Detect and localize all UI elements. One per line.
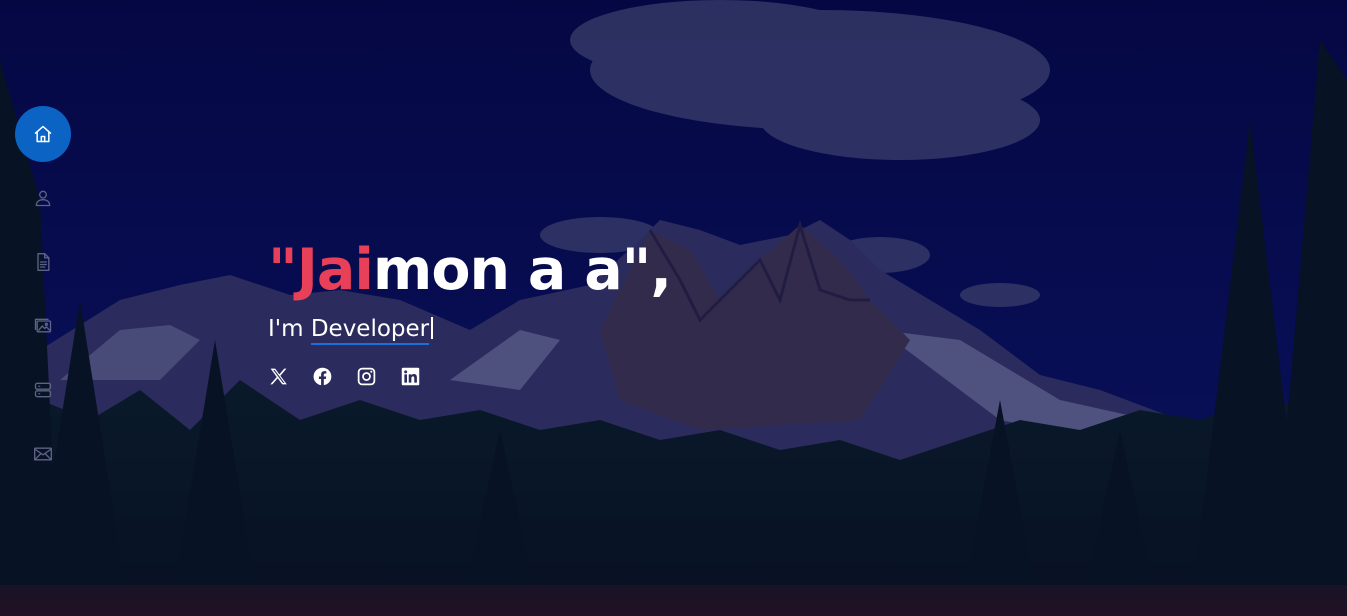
hero-title: "Jaimon a a", <box>268 234 672 306</box>
nav-resume[interactable] <box>15 234 71 290</box>
nav-portfolio[interactable] <box>15 298 71 354</box>
document-icon <box>37 253 50 271</box>
server-icon <box>34 382 52 398</box>
linkedin-link[interactable] <box>400 366 421 387</box>
nav-contact[interactable] <box>15 426 71 482</box>
facebook-icon <box>313 367 332 386</box>
nav-home[interactable] <box>15 106 71 162</box>
nav-services[interactable] <box>15 362 71 418</box>
linkedin-icon <box>401 367 420 386</box>
typed-role: Developer <box>310 316 430 345</box>
dark-overlay <box>0 0 1347 616</box>
hero-subtitle: I'm Developer <box>268 314 671 345</box>
envelope-icon <box>34 447 52 461</box>
social-links <box>268 366 671 387</box>
typing-cursor <box>431 317 434 339</box>
instagram-link[interactable] <box>356 366 377 387</box>
instagram-icon <box>357 367 376 386</box>
facebook-link[interactable] <box>312 366 333 387</box>
hero-section: "Jaimon a a", I'm Developer <box>268 234 672 387</box>
hero-title-rest: mon a a", <box>372 237 672 303</box>
subtitle-prefix: I'm <box>268 316 311 342</box>
twitter-link[interactable] <box>268 366 289 387</box>
x-twitter-icon <box>270 368 287 385</box>
hero-title-accent: "Jai <box>268 237 374 303</box>
person-icon <box>35 190 51 207</box>
nav-about[interactable] <box>15 170 71 226</box>
home-icon <box>34 125 52 143</box>
hero-background <box>0 0 1347 616</box>
images-icon <box>34 318 52 333</box>
